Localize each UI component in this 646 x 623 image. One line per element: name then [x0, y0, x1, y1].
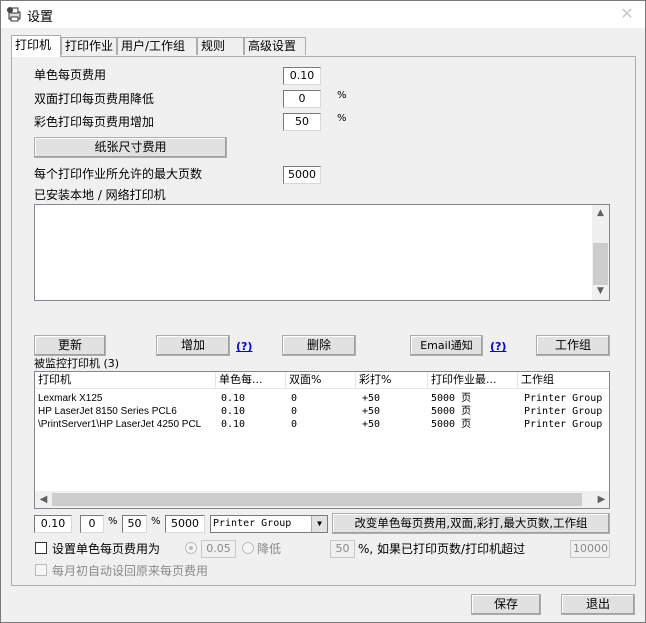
table-row[interactable]: Lexmark X125 0.10 0 +50 5000 页 Printer G…: [35, 392, 609, 405]
mono-cost-label: 单色每页费用: [34, 68, 107, 82]
monthly-reset-checkbox[interactable]: [35, 564, 47, 576]
table-row[interactable]: HP LaserJet 8150 Series PCL6 0.10 0 +50 …: [35, 405, 609, 418]
cell-color: +50: [362, 393, 381, 404]
monthly-reset-label: 每月初自动设回原来每页费用: [52, 564, 209, 578]
tab-print-jobs[interactable]: 打印作业: [61, 37, 117, 55]
scroll-right-icon[interactable]: ▶: [593, 491, 609, 508]
scroll-down-icon[interactable]: ▼: [592, 283, 609, 300]
paper-size-cost-button[interactable]: 纸张尺寸费用: [34, 137, 227, 158]
edit-duplex-percent: %: [108, 516, 118, 527]
cell-color: +50: [362, 406, 381, 417]
reduce-threshold-label: %, 如果已打印页数/打印机超过: [358, 542, 526, 556]
edit-color-input[interactable]: 50: [122, 515, 147, 533]
exit-button[interactable]: 退出: [561, 594, 635, 615]
cell-mono-cost: 0.10: [221, 393, 246, 404]
refresh-button[interactable]: 更新: [34, 335, 106, 356]
column-header-workgroup[interactable]: 工作组: [518, 372, 609, 389]
chevron-down-icon[interactable]: ▼: [311, 516, 327, 532]
edit-duplex-input[interactable]: 0: [80, 515, 104, 533]
edit-max-pages-input[interactable]: 5000: [165, 515, 205, 533]
add-help-link[interactable]: (?): [236, 340, 252, 353]
cell-max-pages: 5000 页: [431, 406, 472, 417]
reduce-label: 降低: [257, 542, 282, 556]
window-title: 设置: [27, 10, 54, 25]
cell-max-pages: 5000 页: [431, 393, 472, 404]
apply-changes-button[interactable]: 改变单色每页费用,双面,彩打,最大页数,工作组: [332, 513, 610, 534]
add-button[interactable]: 增加: [156, 335, 230, 356]
table-hscrollbar[interactable]: ◀ ▶: [35, 491, 609, 508]
hscroll-thumb[interactable]: [52, 493, 582, 506]
edit-color-percent: %: [151, 516, 161, 527]
set-cost-label: 设置单色每页费用为: [52, 542, 161, 556]
max-pages-label: 每个打印作业所允许的最大页数: [34, 167, 203, 181]
color-surcharge-label: 彩色打印每页费用增加: [34, 115, 155, 129]
cell-printer: \PrintServer1\HP LaserJet 4250 PCL: [38, 419, 202, 430]
mono-cost-input[interactable]: 0.10: [283, 67, 321, 85]
close-icon[interactable]: ✕: [617, 5, 637, 23]
cell-workgroup: Printer Group: [524, 406, 603, 417]
duplex-discount-input[interactable]: 0: [283, 90, 321, 108]
cell-printer: HP LaserJet 8150 Series PCL6: [38, 406, 177, 417]
cell-mono-cost: 0.10: [221, 406, 246, 417]
installed-printers-list[interactable]: ▲ ▼: [34, 204, 610, 301]
cell-mono-cost: 0.10: [221, 419, 246, 430]
table-header: 打印机 单色每... 双面% 彩打% 打印作业最... 工作组: [35, 372, 609, 389]
tab-printers[interactable]: 打印机: [11, 35, 61, 57]
scroll-up-icon[interactable]: ▲: [592, 205, 609, 222]
scroll-left-icon[interactable]: ◀: [35, 491, 52, 508]
edit-mono-cost-input[interactable]: 0.10: [34, 515, 72, 533]
cell-duplex: 0: [291, 393, 298, 404]
duplex-discount-label: 双面打印每页费用降低: [34, 92, 155, 106]
installed-list-scrollbar[interactable]: ▲ ▼: [592, 205, 609, 300]
threshold-input[interactable]: 10000: [570, 540, 610, 558]
monitored-printers-table[interactable]: 打印机 单色每... 双面% 彩打% 打印作业最... 工作组 Lexmark …: [34, 371, 610, 509]
printer-app-icon: [7, 7, 21, 22]
table-row[interactable]: \PrintServer1\HP LaserJet 4250 PCL 0.10 …: [35, 418, 609, 431]
scroll-thumb[interactable]: [593, 243, 608, 285]
tab-rules[interactable]: 规则: [197, 37, 244, 55]
duplex-percent-label: %: [337, 90, 347, 101]
cell-workgroup: Printer Group: [524, 419, 603, 430]
email-help-link[interactable]: (?): [490, 340, 506, 353]
cell-max-pages: 5000 页: [431, 419, 472, 430]
color-surcharge-input[interactable]: 50: [283, 113, 321, 131]
save-button[interactable]: 保存: [471, 594, 541, 615]
delete-button[interactable]: 删除: [282, 335, 356, 356]
workgroup-select[interactable]: Printer Group ▼: [210, 515, 328, 533]
cell-workgroup: Printer Group: [524, 393, 603, 404]
cell-duplex: 0: [291, 419, 298, 430]
monitored-printers-label: 被监控打印机 (3): [34, 357, 120, 370]
max-pages-input[interactable]: 5000: [283, 166, 321, 184]
column-header-printer[interactable]: 打印机: [35, 372, 216, 389]
email-notify-button[interactable]: Email通知: [410, 335, 483, 356]
column-header-duplex[interactable]: 双面%: [286, 372, 356, 389]
settings-window: 设置 ✕ 打印机 打印作业 用户/工作组 规则 高级设置 单色每页费用 0.10…: [0, 0, 646, 623]
column-header-max-pages[interactable]: 打印作业最...: [428, 372, 518, 389]
set-cost-radio[interactable]: [185, 542, 197, 554]
tab-users-groups[interactable]: 用户/工作组: [117, 37, 197, 55]
color-percent-label: %: [337, 113, 347, 124]
tab-advanced[interactable]: 高级设置: [244, 37, 306, 55]
set-cost-checkbox[interactable]: [35, 542, 47, 554]
cell-duplex: 0: [291, 406, 298, 417]
column-header-color[interactable]: 彩打%: [356, 372, 428, 389]
column-header-mono-cost[interactable]: 单色每...: [216, 372, 286, 389]
title-bar: 设置 ✕: [1, 1, 645, 28]
workgroup-button[interactable]: 工作组: [536, 335, 610, 356]
cell-printer: Lexmark X125: [38, 393, 103, 404]
set-cost-input[interactable]: 0.05: [201, 540, 236, 558]
workgroup-select-value: Printer Group: [213, 518, 292, 529]
reduce-radio[interactable]: [242, 542, 254, 554]
installed-printers-label: 已安装本地 / 网络打印机: [34, 188, 166, 202]
cell-color: +50: [362, 419, 381, 430]
reduce-percent-input[interactable]: 50: [330, 540, 355, 558]
